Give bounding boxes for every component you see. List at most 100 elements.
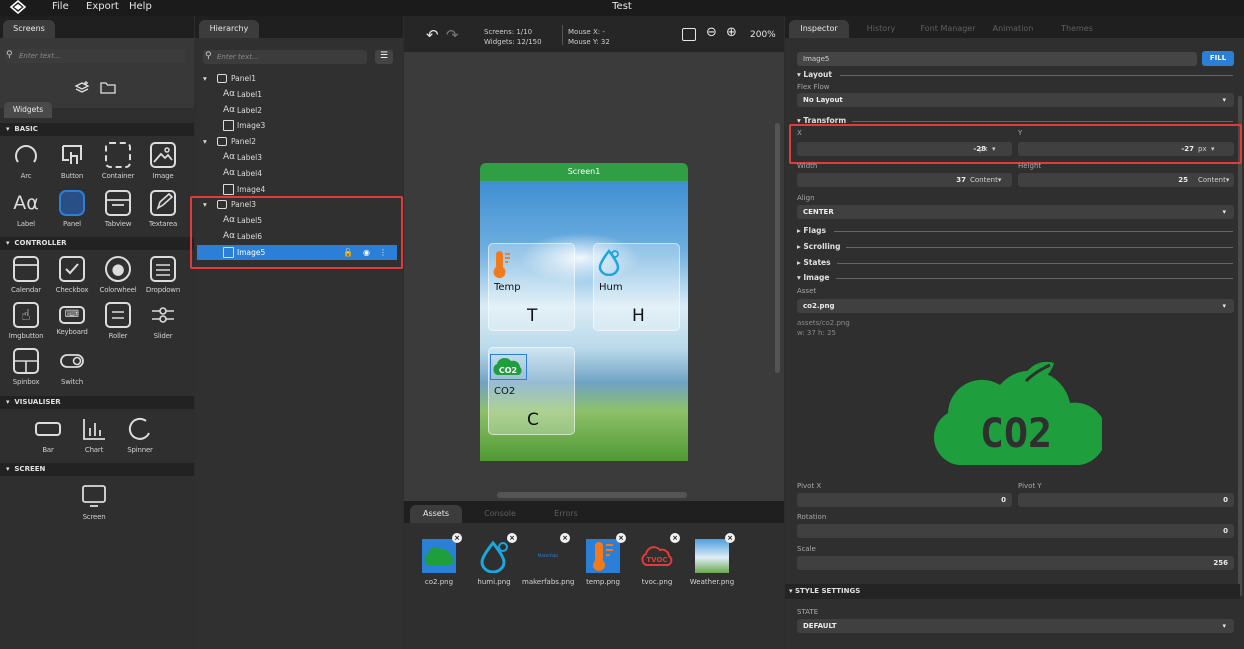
hierarchy-row-label[interactable]: Aα Label4 [197,166,397,181]
screens-search-input[interactable]: Enter text... [5,49,185,63]
asset-makerfabs[interactable]: Makerfabs × makerfabs.png [522,533,575,586]
widget-screen[interactable]: Screen [72,483,116,521]
co2-card[interactable]: CO2 CO2 C [488,347,575,435]
hierarchy-row-image[interactable]: Image3 [197,118,397,133]
tab-assets[interactable]: Assets [410,505,462,523]
hierarchy-row-panel[interactable]: ▾ Panel1 [197,71,397,86]
hierarchy-row-label[interactable]: Aα Label1 [197,87,397,102]
style-settings-header[interactable]: ▾ STYLE SETTINGS [785,584,1240,599]
section-controller[interactable]: ▾ CONTROLLER [0,237,194,250]
tab-hierarchy[interactable]: Hierarchy [199,20,259,38]
widget-spinner[interactable]: Spinner [118,416,162,454]
widget-checkbox[interactable]: Checkbox [50,256,94,294]
widget-button[interactable]: Button [50,142,94,180]
co2-image-selected[interactable]: CO2 [490,354,527,380]
widget-arc[interactable]: Arc [4,142,48,180]
screen1-preview[interactable]: Screen1 Temp T Hum H CO2 CO2 C [480,163,688,461]
widget-textarea[interactable]: Textarea [141,190,185,228]
widget-slider[interactable]: Slider [141,302,185,340]
asset-temp[interactable]: × temp.png [578,533,628,586]
redo-icon[interactable]: ↷ [446,26,459,44]
widget-imgbutton[interactable]: ☝ Imgbutton [4,302,48,340]
section-visualiser[interactable]: ▾ VISUALISER [0,396,194,409]
widget-dropdown[interactable]: Dropdown [141,256,185,294]
hierarchy-row-label[interactable]: Aα Label2 [197,103,397,118]
widget-panel[interactable]: Panel [50,190,94,228]
remove-asset-icon[interactable]: × [670,533,680,543]
hierarchy-row-label[interactable]: Aα Label3 [197,150,397,165]
hum-card[interactable]: Hum H [593,243,680,331]
widget-colorwheel[interactable]: ● Colorwheel [96,256,140,294]
widget-roller[interactable]: Roller [96,302,140,340]
menu-file[interactable]: File [52,0,69,16]
folder-icon[interactable] [100,81,116,94]
remove-asset-icon[interactable]: × [560,533,570,543]
expand-caret-icon[interactable]: ▾ [203,71,207,86]
asset-co2[interactable]: × co2.png [414,533,464,586]
inspector-scrollbar[interactable] [1238,96,1242,596]
list-view-icon[interactable]: ☰ [375,50,393,64]
tab-themes[interactable]: Themes [1049,20,1105,38]
pivot-y-input[interactable]: 0 [1018,493,1234,507]
widget-image[interactable]: Image [141,142,185,180]
scale-input[interactable]: 256 [797,556,1234,570]
canvas-vertical-scrollbar[interactable] [775,123,780,373]
tab-console[interactable]: Console [474,505,526,523]
widget-container[interactable]: Container [96,142,140,180]
section-screen[interactable]: ▾ SCREEN [0,463,194,476]
scrolling-header[interactable]: ▸ Scrolling [797,242,841,251]
flags-header[interactable]: ▸ Flags [797,226,826,235]
tab-font-manager[interactable]: Font Manager [913,20,983,38]
align-select[interactable]: CENTER ▾ [797,205,1234,219]
widget-calendar[interactable]: Calendar [4,256,48,294]
remove-asset-icon[interactable]: × [507,533,517,543]
state-select[interactable]: DEFAULT ▾ [797,619,1234,633]
add-screen-icon[interactable] [74,80,90,94]
undo-icon[interactable]: ↶ [426,26,439,44]
tab-animation[interactable]: Animation [985,20,1041,38]
canvas-horizontal-scrollbar[interactable] [497,492,687,498]
flex-flow-select[interactable]: No Layout ▾ [797,93,1234,107]
asset-tvoc[interactable]: TVOC × tvoc.png [632,533,682,586]
widget-bar[interactable]: Bar [26,416,70,454]
tab-errors[interactable]: Errors [540,505,592,523]
hierarchy-row-image[interactable]: Image4 [197,182,397,197]
zoom-level[interactable]: 200% [750,30,776,40]
states-header[interactable]: ▸ States [797,258,831,267]
widget-spinbox[interactable]: Spinbox [4,348,48,386]
zoom-in-icon[interactable]: ⊕ [726,25,737,40]
fit-screen-icon[interactable] [682,28,696,41]
height-unit-select[interactable]: Content▾ [1198,176,1229,184]
widget-label-type[interactable]: Aα Label [4,190,48,228]
temp-card[interactable]: Temp T [488,243,575,331]
expand-caret-icon[interactable]: ▾ [203,134,207,149]
width-unit-select[interactable]: Content▾ [970,176,1001,184]
widget-chart[interactable]: Chart [72,416,116,454]
section-basic[interactable]: ▾ BASIC [0,123,194,136]
hierarchy-row-panel[interactable]: ▾ Panel2 [197,134,397,149]
asset-humi[interactable]: × humi.png [469,533,519,586]
tab-history[interactable]: History [855,20,907,38]
canvas-area[interactable]: ↶ ↷ Screens: 1/10 Widgets: 12/150 Mouse X… [404,16,784,501]
menu-export[interactable]: Export [86,0,119,16]
tab-screens[interactable]: Screens [3,20,55,38]
tab-inspector[interactable]: Inspector [789,20,849,38]
widget-tabview[interactable]: Tabview [96,190,140,228]
remove-asset-icon[interactable]: × [616,533,626,543]
image-header[interactable]: ▾ Image [797,273,830,282]
remove-asset-icon[interactable]: × [725,533,735,543]
widget-switch[interactable]: Switch [50,348,94,386]
pivot-x-input[interactable]: 0 [797,493,1012,507]
fill-button[interactable]: FILL [1202,51,1234,66]
hierarchy-search-input[interactable]: Enter text... [203,50,367,64]
remove-asset-icon[interactable]: × [452,533,462,543]
widget-name-input[interactable]: Image5 [797,52,1197,66]
asset-weather[interactable]: × Weather.png [687,533,737,586]
zoom-out-icon[interactable]: ⊖ [706,25,717,40]
widget-keyboard[interactable]: ⌨ Keyboard [50,302,94,336]
tab-widgets[interactable]: Widgets [4,102,52,118]
rotation-input[interactable]: 0 [797,524,1234,538]
asset-select[interactable]: co2.png ▾ [797,299,1234,313]
menu-help[interactable]: Help [129,0,152,16]
layout-header[interactable]: ▾ Layout [797,70,832,79]
